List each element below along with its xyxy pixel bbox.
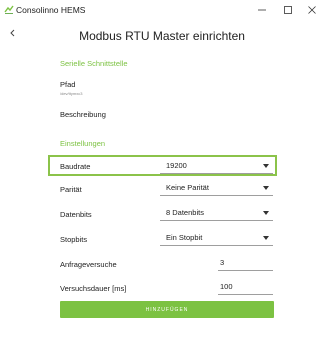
caret-down-icon — [263, 164, 269, 168]
parity-select[interactable]: Keine Parität — [160, 181, 273, 196]
app-window: Consolinno HEMS Modbus RTU Master einric… — [0, 0, 324, 354]
minimize-button[interactable] — [250, 2, 274, 18]
maximize-button[interactable] — [276, 2, 300, 18]
parity-label: Parität — [60, 185, 82, 194]
window-title: Consolinno HEMS — [16, 5, 86, 15]
stopbits-select[interactable]: Ein Stopbit — [160, 231, 273, 246]
databits-select[interactable]: 8 Datenbits — [160, 206, 273, 221]
add-button[interactable]: HINZUFÜGEN — [60, 301, 274, 318]
maximize-icon — [284, 6, 292, 14]
close-button[interactable] — [300, 2, 324, 18]
path-label: Pfad — [60, 80, 76, 89]
duration-input[interactable]: 100 — [218, 280, 273, 295]
caret-down-icon — [263, 211, 269, 215]
description-label[interactable]: Beschreibung — [60, 110, 106, 119]
attempts-input[interactable]: 3 — [218, 256, 273, 271]
page-title: Modbus RTU Master einrichten — [79, 29, 245, 43]
section-header-settings: Einstellungen — [60, 139, 106, 148]
duration-label: Versuchsdauer [ms] — [60, 284, 127, 293]
baudrate-label: Baudrate — [60, 162, 91, 171]
attempts-label: Anfrageversuche — [60, 260, 117, 269]
stopbits-label: Stopbits — [60, 235, 88, 244]
app-icon — [4, 5, 14, 14]
title-bar: Consolinno HEMS — [0, 0, 324, 20]
parity-value: Keine Parität — [166, 183, 209, 192]
close-icon — [308, 6, 316, 14]
caret-down-icon — [263, 236, 269, 240]
section-header-serial: Serielle Schnittstelle — [60, 59, 128, 68]
baudrate-select[interactable]: 19200 — [160, 159, 273, 174]
minimize-icon — [258, 9, 266, 11]
caret-down-icon — [263, 186, 269, 190]
databits-value: 8 Datenbits — [166, 208, 204, 217]
path-value: /dev/ttymxc3 — [60, 91, 83, 96]
stopbits-value: Ein Stopbit — [166, 233, 203, 242]
databits-label: Datenbits — [60, 210, 92, 219]
baudrate-value: 19200 — [166, 161, 187, 170]
